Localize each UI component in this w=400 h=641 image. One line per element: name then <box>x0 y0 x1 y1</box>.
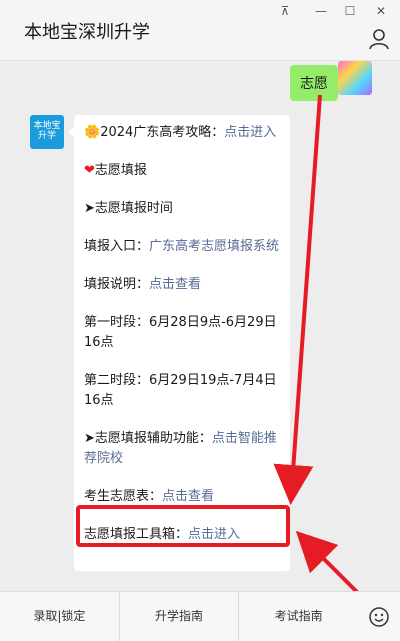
tab-exam[interactable]: 考试指南 <box>239 592 358 641</box>
arrow-down <box>273 94 322 505</box>
tab-guide[interactable]: 升学指南 <box>120 592 240 641</box>
bottom-menu: 录取|锁定 升学指南 考试指南 <box>0 591 400 641</box>
annotation-arrows <box>273 94 367 602</box>
emoji-button[interactable] <box>358 592 400 641</box>
smiley-icon[interactable] <box>368 606 390 628</box>
tab-admission[interactable]: 录取|锁定 <box>0 592 120 641</box>
